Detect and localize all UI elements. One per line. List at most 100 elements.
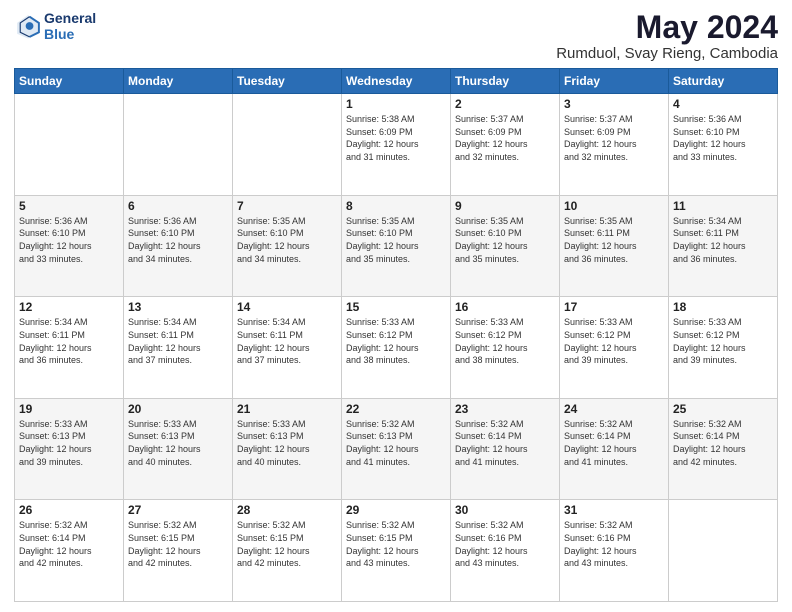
day-info-line: and 31 minutes. — [346, 151, 446, 164]
table-row: 7Sunrise: 5:35 AMSunset: 6:10 PMDaylight… — [233, 195, 342, 297]
col-saturday: Saturday — [669, 69, 778, 94]
day-info-line: Daylight: 12 hours — [455, 443, 555, 456]
day-info-line: and 39 minutes. — [19, 456, 119, 469]
subtitle: Rumduol, Svay Rieng, Cambodia — [556, 45, 778, 62]
day-info-line: and 33 minutes. — [673, 151, 773, 164]
day-info-line: Sunrise: 5:33 AM — [19, 418, 119, 431]
table-row: 26Sunrise: 5:32 AMSunset: 6:14 PMDayligh… — [15, 500, 124, 602]
calendar-table: Sunday Monday Tuesday Wednesday Thursday… — [14, 68, 778, 602]
day-info-line: Sunset: 6:10 PM — [128, 227, 228, 240]
page: General Blue May 2024 Rumduol, Svay Rien… — [0, 0, 792, 612]
day-info-line: Sunrise: 5:32 AM — [673, 418, 773, 431]
calendar-week-row: 5Sunrise: 5:36 AMSunset: 6:10 PMDaylight… — [15, 195, 778, 297]
day-info-line: Sunrise: 5:37 AM — [564, 113, 664, 126]
day-info-line: Sunset: 6:09 PM — [455, 126, 555, 139]
logo: General Blue — [14, 10, 96, 42]
day-info-line: Daylight: 12 hours — [455, 545, 555, 558]
table-row: 2Sunrise: 5:37 AMSunset: 6:09 PMDaylight… — [451, 94, 560, 196]
day-info-line: Daylight: 12 hours — [564, 240, 664, 253]
day-info-line: Sunset: 6:10 PM — [19, 227, 119, 240]
day-info-line: Daylight: 12 hours — [237, 240, 337, 253]
day-info-line: and 35 minutes. — [455, 253, 555, 266]
day-number: 7 — [237, 199, 337, 213]
day-info-line: Sunrise: 5:32 AM — [237, 519, 337, 532]
table-row: 1Sunrise: 5:38 AMSunset: 6:09 PMDaylight… — [342, 94, 451, 196]
table-row: 24Sunrise: 5:32 AMSunset: 6:14 PMDayligh… — [560, 398, 669, 500]
day-number: 15 — [346, 300, 446, 314]
day-info-line: Sunrise: 5:32 AM — [564, 418, 664, 431]
day-info-line: Sunset: 6:11 PM — [564, 227, 664, 240]
table-row: 10Sunrise: 5:35 AMSunset: 6:11 PMDayligh… — [560, 195, 669, 297]
day-info-line: Sunrise: 5:36 AM — [19, 215, 119, 228]
day-info-line: and 41 minutes. — [564, 456, 664, 469]
day-info-line: and 37 minutes. — [128, 354, 228, 367]
day-info-line: and 33 minutes. — [19, 253, 119, 266]
day-number: 12 — [19, 300, 119, 314]
day-info-line: and 40 minutes. — [128, 456, 228, 469]
day-number: 28 — [237, 503, 337, 517]
day-info-line: Sunrise: 5:32 AM — [564, 519, 664, 532]
day-info-line: Daylight: 12 hours — [455, 342, 555, 355]
day-info-line: Sunset: 6:15 PM — [346, 532, 446, 545]
day-info-line: Daylight: 12 hours — [564, 138, 664, 151]
day-info-line: Daylight: 12 hours — [128, 545, 228, 558]
calendar-week-row: 12Sunrise: 5:34 AMSunset: 6:11 PMDayligh… — [15, 297, 778, 399]
day-info-line: and 43 minutes. — [455, 557, 555, 570]
day-number: 26 — [19, 503, 119, 517]
day-info-line: Sunrise: 5:33 AM — [564, 316, 664, 329]
logo-icon — [14, 12, 42, 40]
day-number: 22 — [346, 402, 446, 416]
table-row — [233, 94, 342, 196]
day-info-line: and 42 minutes. — [237, 557, 337, 570]
header: General Blue May 2024 Rumduol, Svay Rien… — [14, 10, 778, 62]
table-row: 25Sunrise: 5:32 AMSunset: 6:14 PMDayligh… — [669, 398, 778, 500]
table-row: 28Sunrise: 5:32 AMSunset: 6:15 PMDayligh… — [233, 500, 342, 602]
day-info-line: and 38 minutes. — [346, 354, 446, 367]
title-block: May 2024 Rumduol, Svay Rieng, Cambodia — [556, 10, 778, 62]
day-info-line: and 41 minutes. — [455, 456, 555, 469]
day-info-line: Sunrise: 5:34 AM — [128, 316, 228, 329]
day-info-line: Sunrise: 5:36 AM — [673, 113, 773, 126]
day-info-line: Daylight: 12 hours — [128, 240, 228, 253]
day-info-line: Sunrise: 5:36 AM — [128, 215, 228, 228]
day-info-line: and 43 minutes. — [346, 557, 446, 570]
day-info-line: Sunset: 6:11 PM — [19, 329, 119, 342]
day-number: 3 — [564, 97, 664, 111]
day-info-line: Sunset: 6:09 PM — [564, 126, 664, 139]
table-row: 31Sunrise: 5:32 AMSunset: 6:16 PMDayligh… — [560, 500, 669, 602]
day-info-line: Sunset: 6:10 PM — [346, 227, 446, 240]
day-info-line: Sunset: 6:16 PM — [564, 532, 664, 545]
day-number: 25 — [673, 402, 773, 416]
calendar-week-row: 26Sunrise: 5:32 AMSunset: 6:14 PMDayligh… — [15, 500, 778, 602]
day-info-line: Daylight: 12 hours — [237, 545, 337, 558]
day-info-line: Daylight: 12 hours — [673, 138, 773, 151]
table-row: 8Sunrise: 5:35 AMSunset: 6:10 PMDaylight… — [342, 195, 451, 297]
day-info-line: Daylight: 12 hours — [346, 443, 446, 456]
day-info-line: and 40 minutes. — [237, 456, 337, 469]
day-info-line: Sunset: 6:15 PM — [128, 532, 228, 545]
table-row: 9Sunrise: 5:35 AMSunset: 6:10 PMDaylight… — [451, 195, 560, 297]
day-info-line: and 32 minutes. — [564, 151, 664, 164]
day-info-line: Sunset: 6:16 PM — [455, 532, 555, 545]
table-row: 17Sunrise: 5:33 AMSunset: 6:12 PMDayligh… — [560, 297, 669, 399]
day-info-line: Sunset: 6:10 PM — [455, 227, 555, 240]
day-number: 30 — [455, 503, 555, 517]
day-info-line: and 32 minutes. — [455, 151, 555, 164]
day-info-line: Sunrise: 5:37 AM — [455, 113, 555, 126]
day-info-line: Sunset: 6:11 PM — [128, 329, 228, 342]
table-row: 30Sunrise: 5:32 AMSunset: 6:16 PMDayligh… — [451, 500, 560, 602]
day-info-line: Daylight: 12 hours — [128, 342, 228, 355]
day-number: 5 — [19, 199, 119, 213]
day-info-line: Sunrise: 5:32 AM — [19, 519, 119, 532]
day-number: 21 — [237, 402, 337, 416]
day-info-line: Daylight: 12 hours — [237, 443, 337, 456]
day-info-line: Sunrise: 5:35 AM — [564, 215, 664, 228]
table-row — [124, 94, 233, 196]
day-info-line: Sunset: 6:12 PM — [673, 329, 773, 342]
day-info-line: Daylight: 12 hours — [19, 443, 119, 456]
day-info-line: Daylight: 12 hours — [128, 443, 228, 456]
day-info-line: Sunset: 6:10 PM — [237, 227, 337, 240]
day-info-line: Sunrise: 5:35 AM — [346, 215, 446, 228]
day-info-line: Daylight: 12 hours — [19, 342, 119, 355]
main-title: May 2024 — [556, 10, 778, 45]
